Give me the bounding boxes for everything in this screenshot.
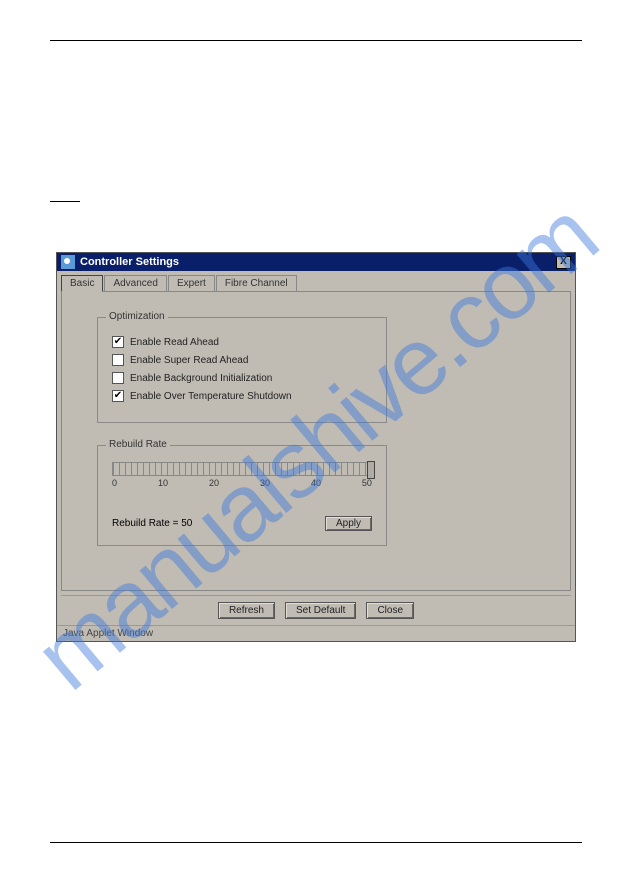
checkbox-read-ahead[interactable]: ✔ [112, 336, 124, 348]
tick-label: 20 [209, 478, 219, 488]
checkbox-label: Enable Background Initialization [130, 373, 272, 384]
optimization-group: Optimization ✔ Enable Read Ahead Enable … [97, 317, 387, 423]
top-rule [50, 40, 582, 41]
checkbox-over-temp-shutdown[interactable]: ✔ [112, 390, 124, 402]
tabstrip: Basic Advanced Expert Fibre Channel [57, 271, 575, 291]
tick-label: 30 [260, 478, 270, 488]
tick-label: 50 [362, 478, 372, 488]
page-container: Controller Settings X Basic Advanced Exp… [0, 0, 632, 883]
tick-label: 0 [112, 478, 117, 488]
set-default-button[interactable]: Set Default [285, 602, 356, 619]
close-icon[interactable]: X [556, 256, 571, 269]
tab-fibre-channel[interactable]: Fibre Channel [216, 275, 297, 291]
tick-label: 40 [311, 478, 321, 488]
optimization-row: Enable Background Initialization [112, 372, 372, 384]
rebuild-rate-group: Rebuild Rate 0 10 20 30 40 50 Re [97, 445, 387, 546]
checkbox-background-init[interactable] [112, 372, 124, 384]
controller-settings-dialog: Controller Settings X Basic Advanced Exp… [56, 252, 576, 642]
tick-label: 10 [158, 478, 168, 488]
rebuild-rate-row: Rebuild Rate = 50 Apply [112, 516, 372, 531]
optimization-row: ✔ Enable Read Ahead [112, 336, 372, 348]
dialog-button-bar: Refresh Set Default Close [61, 595, 571, 625]
slider-ticks: 0 10 20 30 40 50 [112, 478, 372, 488]
rebuild-rate-value: Rebuild Rate = 50 [112, 518, 192, 529]
slider-track[interactable] [112, 462, 372, 476]
checkbox-label: Enable Super Read Ahead [130, 355, 248, 366]
checkbox-super-read-ahead[interactable] [112, 354, 124, 366]
window-title: Controller Settings [80, 256, 179, 268]
rebuild-slider[interactable]: 0 10 20 30 40 50 [112, 458, 372, 508]
slider-thumb[interactable] [367, 461, 375, 479]
tab-panel-basic: Optimization ✔ Enable Read Ahead Enable … [61, 291, 571, 591]
status-bar: Java Applet Window [57, 625, 575, 641]
tab-advanced[interactable]: Advanced [104, 275, 166, 291]
close-button[interactable]: Close [366, 602, 414, 619]
apply-button[interactable]: Apply [325, 516, 372, 531]
rebuild-legend: Rebuild Rate [106, 439, 170, 450]
tab-basic[interactable]: Basic [61, 275, 103, 292]
checkbox-label: Enable Over Temperature Shutdown [130, 391, 292, 402]
refresh-button[interactable]: Refresh [218, 602, 275, 619]
optimization-row: ✔ Enable Over Temperature Shutdown [112, 390, 372, 402]
bottom-rule [50, 842, 582, 843]
titlebar: Controller Settings X [57, 253, 575, 271]
optimization-legend: Optimization [106, 311, 168, 322]
short-rule [50, 201, 80, 202]
checkbox-label: Enable Read Ahead [130, 337, 219, 348]
optimization-row: Enable Super Read Ahead [112, 354, 372, 366]
tab-expert[interactable]: Expert [168, 275, 215, 291]
app-icon [61, 255, 75, 269]
